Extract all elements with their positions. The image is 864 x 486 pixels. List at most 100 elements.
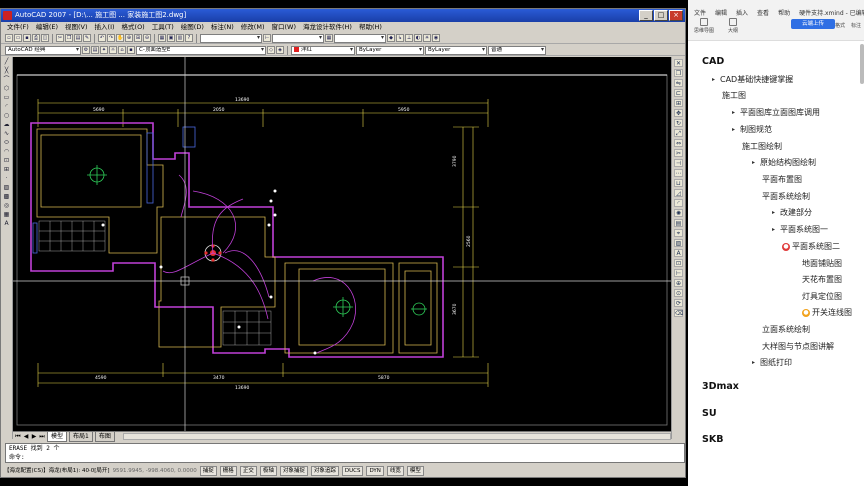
otrack-toggle[interactable]: 对象追踪 (310, 466, 339, 476)
materials-icon[interactable]: ◉ (432, 34, 440, 42)
menu-insert[interactable]: 插入(I) (95, 22, 115, 33)
tab-layout2[interactable]: 布图 (94, 431, 115, 442)
color-icon[interactable]: ▪ (127, 46, 135, 54)
outline-node[interactable]: 立面系统绘制 (762, 324, 810, 335)
xm-menu-file[interactable]: 文件 (694, 8, 706, 17)
outline-node[interactable]: 平面系统绘制 (762, 191, 810, 202)
ucs-icon[interactable]: ↳ (396, 34, 404, 42)
explode-icon[interactable]: ✺ (674, 209, 683, 217)
outline-node[interactable]: ▸ CAD基础快捷键掌握 (712, 74, 793, 85)
mindmap-view-button[interactable]: 思维导图 (694, 18, 714, 34)
hatch-icon[interactable]: ▨ (2, 184, 11, 192)
lineweight-combo[interactable]: ByLayer (425, 45, 487, 55)
outline-node[interactable]: ● 开关连线图 (802, 307, 852, 318)
spline-icon[interactable]: ∿ (2, 130, 11, 138)
join-icon[interactable]: ⊔ (674, 179, 683, 187)
xm-menu-help[interactable]: 帮助 (778, 8, 790, 17)
dyn-toggle[interactable]: DYN (366, 466, 384, 476)
menu-format[interactable]: 格式(O) (122, 22, 145, 33)
dim-edit-icon[interactable]: ⊢ (674, 269, 683, 277)
menu-view[interactable]: 视图(V) (65, 22, 88, 33)
scale-icon[interactable]: ⤢ (674, 129, 683, 137)
outline-node[interactable]: ▸ 改建部分 (772, 207, 812, 218)
outline-node[interactable]: ▸ 平面图库立面图库调用 (732, 107, 820, 118)
properties-icon[interactable]: ▦ (158, 34, 166, 42)
outline-node[interactable]: ▸ 制图规范 (732, 124, 772, 135)
menu-hailong[interactable]: 海龙设计软件(H) (303, 22, 352, 33)
empty-combo-3[interactable] (334, 33, 386, 43)
layer-previous-icon[interactable]: ◈ (276, 46, 284, 54)
fillet-icon[interactable]: ◜ (674, 199, 683, 207)
polyline-icon[interactable]: ⌒ (2, 76, 11, 84)
horizontal-scrollbar[interactable] (122, 433, 671, 440)
regen-icon[interactable]: ⟳ (674, 299, 683, 307)
tab-prev-icon[interactable]: ◀ (23, 432, 29, 441)
expand-arrow-icon[interactable]: ▸ (752, 159, 760, 166)
ellipse-icon[interactable]: ⬭ (2, 139, 11, 147)
tab-last-icon[interactable]: ⏭ (39, 432, 45, 441)
expand-arrow-icon[interactable]: ▸ (772, 209, 780, 216)
outline-node[interactable]: ▸ 原始结构图绘制 (752, 157, 816, 168)
menu-window[interactable]: 窗口(W) (271, 22, 296, 33)
outline-view-button[interactable]: 大纲 (728, 18, 738, 34)
outline-node-skb[interactable]: SKB (702, 434, 723, 445)
outline-node[interactable]: 施工图绘制 (742, 141, 782, 152)
undo-icon[interactable]: ↶ (98, 34, 106, 42)
menu-file[interactable]: 文件(F) (7, 22, 29, 33)
menu-dimension[interactable]: 标注(N) (211, 22, 234, 33)
outline-node[interactable]: 地面铺贴图 (802, 258, 842, 269)
dim-style-icon[interactable]: ⊢ (263, 34, 271, 42)
hatch-edit-icon[interactable]: ▨ (674, 239, 683, 247)
text-edit-icon[interactable]: A (674, 249, 683, 257)
outline-node[interactable]: ▸ 图纸打印 (752, 357, 792, 368)
light-icon[interactable]: ☀ (423, 34, 431, 42)
empty-combo-1[interactable] (200, 33, 262, 43)
minimize-button[interactable]: _ (639, 10, 653, 21)
outline-node-su[interactable]: SU (702, 408, 717, 419)
linetype-combo[interactable]: ByLayer (356, 45, 424, 55)
expand-arrow-icon[interactable]: ▸ (752, 359, 760, 366)
outline-node-3dmax[interactable]: 3Dmax (702, 381, 739, 392)
revcloud-icon[interactable]: ☁ (2, 121, 11, 129)
region-icon[interactable]: ◎ (2, 202, 11, 210)
command-line[interactable]: ERASE 找到 2 个 命令: (5, 443, 685, 463)
grid-toggle[interactable]: 栅格 (219, 466, 237, 476)
outline-node[interactable]: 大样图与节点图讲解 (762, 341, 834, 352)
open-icon[interactable]: ▭ (14, 34, 22, 42)
preview-icon[interactable]: ◫ (41, 34, 49, 42)
array-icon[interactable]: ⊞ (674, 99, 683, 107)
format-button[interactable]: 格式 (835, 22, 845, 29)
ucs2-icon[interactable]: ⟂ (405, 34, 413, 42)
menu-edit[interactable]: 编辑(E) (36, 22, 58, 33)
empty-combo-2[interactable] (272, 33, 324, 43)
ducs-toggle[interactable]: DUCS (341, 466, 364, 476)
table-icon[interactable]: ▦ (2, 211, 11, 219)
inquiry-icon[interactable]: ⌖ (674, 229, 683, 237)
outline-node-selected[interactable]: ● 平面系统图二 (782, 241, 840, 252)
outline-node[interactable]: 施工图 (722, 90, 746, 101)
outline-node[interactable]: ▸ 平面系统图一 (772, 224, 828, 235)
make-block-icon[interactable]: ⊞ (2, 166, 11, 174)
sun-icon[interactable]: ☼ (109, 46, 117, 54)
current-layer-combo[interactable]: C-顶面造型E (136, 45, 266, 55)
insert-block-icon[interactable]: ⊡ (2, 157, 11, 165)
break-icon[interactable]: ⋯ (674, 169, 683, 177)
redo-icon[interactable]: ↷ (107, 34, 115, 42)
extend-icon[interactable]: ⊣ (674, 159, 683, 167)
tab-first-icon[interactable]: ⏮ (15, 432, 21, 441)
workspace-combo[interactable]: AutoCAD 经典 (5, 45, 81, 55)
xm-menu-insert[interactable]: 插入 (736, 8, 748, 17)
polar-toggle[interactable]: 极轴 (259, 466, 277, 476)
outline-node[interactable]: 灯具定位图 (802, 291, 842, 302)
outline-node-cad[interactable]: CAD (702, 56, 724, 67)
expand-arrow-icon[interactable]: ▸ (732, 126, 740, 133)
mtext-icon[interactable]: A (2, 220, 11, 228)
save-icon[interactable]: ▪ (23, 34, 31, 42)
rotate-icon[interactable]: ↻ (674, 119, 683, 127)
drawing-canvas[interactable]: 13690 5690 2050 5950 4590 3470 5870 1369… (13, 57, 671, 431)
menu-modify[interactable]: 修改(M) (241, 22, 265, 33)
menu-draw[interactable]: 绘图(D) (181, 22, 204, 33)
help-icon[interactable]: ? (185, 34, 193, 42)
tab-layout1[interactable]: 布局1 (69, 431, 93, 442)
gradient-icon[interactable]: ▩ (2, 193, 11, 201)
